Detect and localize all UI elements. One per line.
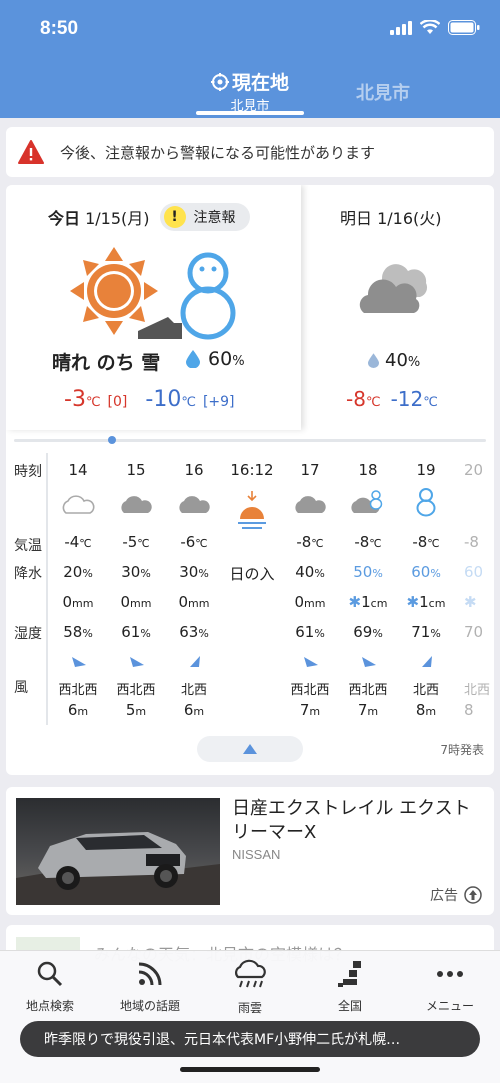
location-tabs: 現在地 北見市 北見市	[0, 60, 500, 118]
wind-arrow-icon	[72, 657, 86, 667]
hourly-forecast[interactable]: 時刻 気温 降水 湿度 風 14 -4℃ 20% 0mm 58% 西北西 6m …	[6, 453, 494, 725]
hour-column: 16 -6℃ 30% 0mm 63% 北西 6m	[164, 453, 224, 725]
alert-text: 今後、注意報から警報になる可能性があります	[60, 143, 376, 162]
today-panel[interactable]: 今日 1/15(月) ! 注意報 晴れ のち 雪 60% -3℃ [0] -10…	[6, 185, 301, 430]
rain-cloud-icon	[235, 959, 266, 988]
today-high: -3℃ [0]	[64, 387, 128, 412]
hour-column: 17 -8℃ 40% 0mm 61% 西北西 7m	[280, 453, 340, 725]
caret-up-icon	[243, 744, 257, 754]
tomorrow-precip-prob: 40%	[368, 350, 420, 371]
hourly-scroll-track[interactable]	[14, 439, 486, 442]
tomorrow-date: 明日 1/16(火)	[340, 209, 442, 228]
collapse-button[interactable]	[197, 736, 303, 762]
today-description: 晴れ のち 雪	[52, 352, 161, 374]
nav-local-topics[interactable]: 地域の話題	[100, 959, 200, 1014]
hour-column: 18 -8℃ 50% ✱1cm 69% 西北西 7m	[338, 453, 398, 725]
hour-column: 20 -8 60 ✱ 70 北西 8	[464, 461, 491, 719]
nav-menu[interactable]: メニュー	[400, 959, 500, 1014]
sunset-icon	[238, 491, 266, 529]
nav-nationwide[interactable]: 全国	[300, 959, 400, 1014]
sunset-column: 16:12 日の入	[222, 453, 282, 725]
active-tab-indicator	[196, 111, 304, 115]
wind-arrow-icon	[304, 657, 318, 667]
snowflake-icon: ✱	[348, 593, 362, 611]
wind-arrow-icon	[190, 656, 200, 667]
signal-icon	[390, 20, 412, 35]
advisory-badge[interactable]: ! 注意報	[159, 203, 250, 231]
hour-column: 14 -4℃ 20% 0mm 58% 西北西 6m	[48, 453, 108, 725]
ad-brand: NISSAN	[232, 847, 281, 862]
wind-arrow-icon	[422, 656, 432, 667]
tomorrow-temps: -8℃ -12℃	[346, 387, 438, 411]
nav-rain-cloud[interactable]: 雨雲	[200, 959, 300, 1016]
cloud-icon	[295, 496, 326, 513]
cloud-snow-icon	[351, 490, 383, 513]
warning-icon	[18, 140, 44, 164]
battery-icon	[448, 20, 480, 35]
wind-arrow-icon	[130, 657, 144, 667]
advisory-label: 注意報	[193, 210, 236, 226]
crosshair-icon	[210, 72, 229, 91]
ad-info-icon	[464, 886, 482, 904]
today-low: -10℃ [+9]	[145, 387, 235, 412]
forecast-card: 今日 1/15(月) ! 注意報 晴れ のち 雪 60% -3℃ [0] -10…	[6, 185, 494, 775]
japan-map-icon	[338, 961, 361, 987]
hour-column: 15 -5℃ 30% 0mm 61% 西北西 5m	[106, 453, 166, 725]
warning-alert[interactable]: 今後、注意報から警報になる可能性があります	[6, 127, 494, 177]
cloud-light-icon	[62, 495, 95, 514]
sunny-then-snow-icon	[70, 247, 236, 340]
snowman-icon	[416, 488, 436, 517]
menu-dots-icon	[437, 971, 463, 977]
status-bar: 8:50	[0, 0, 500, 60]
publish-time: 7時発表	[440, 743, 484, 757]
ad-card[interactable]: 日産エクストレイル エクストリーマーX NISSAN 広告	[6, 787, 494, 915]
advisory-icon: !	[163, 206, 186, 228]
ad-image[interactable]	[16, 798, 220, 905]
wind-arrow-icon	[362, 657, 376, 667]
tab-current-title: 現在地	[231, 72, 289, 94]
ad-label[interactable]: 広告	[430, 885, 482, 905]
tab-current-location[interactable]: 現在地 北見市	[196, 68, 304, 114]
bottom-navigation: 地点検索 地域の話題 雨雲 全国 メニュー	[0, 950, 500, 1083]
hour-column: 19 -8℃ 60% ✱1cm 71% 北西 8m	[396, 453, 456, 725]
status-icons	[390, 20, 480, 35]
today-temps: -3℃ [0] -10℃ [+9]	[64, 387, 235, 412]
rss-icon	[138, 962, 162, 986]
raindrop-icon	[368, 353, 379, 368]
status-time: 8:50	[40, 18, 79, 39]
raindrop-icon	[186, 350, 200, 368]
today-precip-prob: 60%	[186, 348, 245, 370]
tab-kitami[interactable]: 北見市	[356, 79, 410, 105]
hourly-scroll-thumb[interactable]	[108, 436, 116, 444]
cloud-icon	[179, 496, 210, 513]
cloud-icon	[121, 496, 152, 513]
search-icon	[37, 961, 63, 987]
ad-title[interactable]: 日産エクストレイル エクストリーマーX	[232, 797, 486, 845]
snowflake-icon: ✱	[406, 593, 420, 611]
row-labels: 時刻 気温 降水 湿度 風	[6, 453, 48, 725]
nav-location-search[interactable]: 地点検索	[0, 959, 100, 1014]
wifi-icon	[420, 20, 440, 34]
today-date: 今日 1/15(月)	[48, 209, 150, 228]
cloudy-icon	[359, 264, 428, 313]
home-indicator	[180, 1067, 320, 1072]
news-ticker[interactable]: 昨季限りで現役引退、元日本代表MF小野伸二氏が札幌…	[20, 1021, 480, 1057]
